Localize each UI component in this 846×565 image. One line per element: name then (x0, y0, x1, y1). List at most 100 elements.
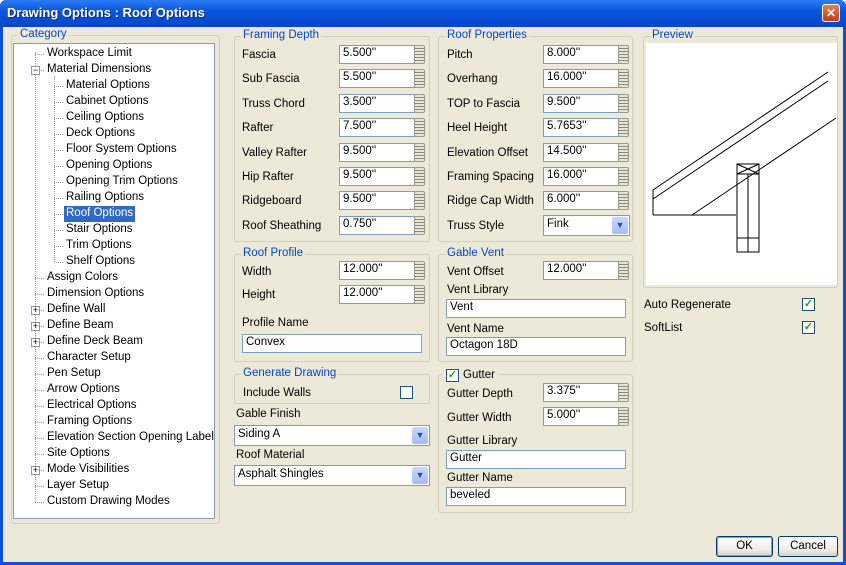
tree-expander-icon[interactable]: − (31, 66, 40, 75)
category-tree[interactable]: Workspace Limit − Material Dimensions Mater… (13, 43, 215, 519)
tree-item[interactable]: Custom Drawing Modes (45, 494, 172, 510)
framing-field-input[interactable]: 9.500'' (339, 191, 415, 211)
tree-item[interactable]: Roof Options (64, 206, 136, 222)
tree-item[interactable]: Opening Options (64, 158, 154, 174)
roof-property-input[interactable]: 9.500'' (543, 93, 619, 113)
tree-item[interactable]: Deck Options (64, 126, 137, 142)
roof-property-input[interactable]: 5.7653'' (543, 118, 619, 138)
chevron-down-icon[interactable]: ▼ (412, 467, 428, 484)
roof-property-input[interactable]: 16.000'' (543, 69, 619, 89)
tree-item[interactable]: Character Setup (45, 350, 133, 366)
tree-item[interactable]: Define Wall (45, 302, 107, 318)
gutter-depth-label: Gutter Depth (447, 388, 513, 400)
height-spinner-icon[interactable] (414, 285, 425, 304)
gutter-checkbox[interactable]: ✓ (446, 369, 459, 382)
roof-property-input[interactable]: 8.000'' (543, 45, 619, 64)
tree-item[interactable]: Workspace Limit (45, 46, 134, 62)
tree-item[interactable]: Material Options (64, 78, 152, 94)
spinner-icon[interactable] (414, 69, 425, 89)
framing-field-input[interactable]: 5.500'' (339, 69, 415, 89)
chevron-down-icon[interactable]: ▼ (612, 217, 628, 234)
tree-item[interactable]: Shelf Options (64, 254, 137, 270)
vent-offset-input[interactable]: 12.000'' (543, 261, 619, 280)
spinner-icon[interactable] (618, 118, 629, 138)
roof-property-input[interactable]: 14.500'' (543, 142, 619, 162)
spinner-icon[interactable] (618, 142, 629, 162)
auto-regenerate-checkbox[interactable]: ✓ (802, 298, 815, 311)
framing-field-input[interactable]: 9.500'' (339, 142, 415, 162)
tree-item[interactable]: Ceiling Options (64, 110, 146, 126)
profile-name-label: Profile Name (242, 317, 309, 329)
tree-item[interactable]: Cabinet Options (64, 94, 150, 110)
height-input[interactable]: 12.000'' (339, 285, 415, 304)
tree-expander-icon[interactable]: + (31, 306, 40, 315)
spinner-icon[interactable] (618, 69, 629, 89)
vent-library-label: Vent Library (447, 284, 509, 296)
tree-item[interactable]: Elevation Section Opening Labels (45, 430, 214, 446)
chevron-down-icon[interactable]: ▼ (412, 427, 428, 444)
tree-item[interactable]: Mode Visibilities (45, 462, 131, 478)
tree-item[interactable]: Stair Options (64, 222, 134, 238)
close-button[interactable]: ✕ (822, 4, 840, 22)
tree-item[interactable]: Material Dimensions (45, 62, 153, 78)
tree-item[interactable]: Define Deck Beam (45, 334, 145, 350)
framing-field-input[interactable]: 9.500'' (339, 167, 415, 186)
profile-name-input[interactable]: Convex (242, 334, 422, 353)
tree-item[interactable]: Opening Trim Options (64, 174, 180, 190)
width-label: Width (242, 266, 272, 278)
gutter-name-input[interactable]: beveled (446, 487, 626, 506)
truss-style-select[interactable]: Fink ▼ (543, 215, 630, 236)
spinner-icon[interactable] (414, 215, 425, 235)
gutter-width-spinner-icon[interactable] (618, 407, 629, 426)
roof-property-input[interactable]: 6.000'' (543, 191, 619, 211)
tree-item[interactable]: Define Beam (45, 318, 115, 334)
roof-property-input[interactable]: 16.000'' (543, 167, 619, 186)
tree-item[interactable]: Dimension Options (45, 286, 146, 302)
roof-preview-drawing (652, 71, 837, 253)
tree-item[interactable]: Electrical Options (45, 398, 138, 414)
tree-expander-icon[interactable]: + (31, 322, 40, 331)
spinner-icon[interactable] (414, 93, 425, 113)
width-spinner-icon[interactable] (414, 261, 425, 280)
framing-field-input[interactable]: 0.750'' (339, 215, 415, 235)
spinner-icon[interactable] (414, 142, 425, 162)
vent-offset-spinner-icon[interactable] (618, 261, 629, 280)
title-bar[interactable]: Drawing Options : Roof Options ✕ (0, 0, 846, 27)
tree-expander-icon[interactable]: + (31, 466, 40, 475)
tree-item[interactable]: Layer Setup (45, 478, 111, 494)
spinner-icon[interactable] (414, 118, 425, 138)
spinner-icon[interactable] (414, 191, 425, 211)
tree-item[interactable]: Railing Options (64, 190, 146, 206)
tree-item[interactable]: Floor System Options (64, 142, 179, 158)
framing-field-input[interactable]: 7.500'' (339, 118, 415, 138)
roof-property-label: Elevation Offset (447, 146, 528, 159)
spinner-icon[interactable] (618, 167, 629, 186)
gable-finish-select[interactable]: Siding A ▼ (234, 425, 430, 446)
tree-item[interactable]: Assign Colors (45, 270, 120, 286)
gutter-library-input[interactable]: Gutter (446, 450, 626, 469)
spinner-icon[interactable] (618, 45, 629, 64)
include-walls-checkbox[interactable] (400, 386, 413, 399)
softlist-checkbox[interactable]: ✓ (802, 321, 815, 334)
gutter-depth-spinner-icon[interactable] (618, 383, 629, 402)
spinner-icon[interactable] (618, 93, 629, 113)
cancel-button[interactable]: Cancel (778, 536, 838, 557)
tree-item[interactable]: Site Options (45, 446, 112, 462)
ok-button[interactable]: OK (716, 536, 773, 557)
framing-field-input[interactable]: 5.500'' (339, 45, 415, 64)
tree-item[interactable]: Trim Options (64, 238, 133, 254)
spinner-icon[interactable] (414, 167, 425, 186)
tree-item[interactable]: Pen Setup (45, 366, 103, 382)
tree-expander-icon[interactable]: + (31, 338, 40, 347)
tree-item[interactable]: Framing Options (45, 414, 134, 430)
width-input[interactable]: 12.000'' (339, 261, 415, 280)
gutter-width-input[interactable]: 5.000'' (543, 407, 619, 426)
vent-name-input[interactable]: Octagon 18D (446, 337, 626, 356)
spinner-icon[interactable] (414, 45, 425, 64)
tree-item[interactable]: Arrow Options (45, 382, 122, 398)
spinner-icon[interactable] (618, 191, 629, 211)
framing-field-input[interactable]: 3.500'' (339, 93, 415, 113)
roof-material-select[interactable]: Asphalt Shingles ▼ (234, 465, 430, 486)
gutter-depth-input[interactable]: 3.375'' (543, 383, 619, 402)
vent-library-input[interactable]: Vent (446, 299, 626, 318)
